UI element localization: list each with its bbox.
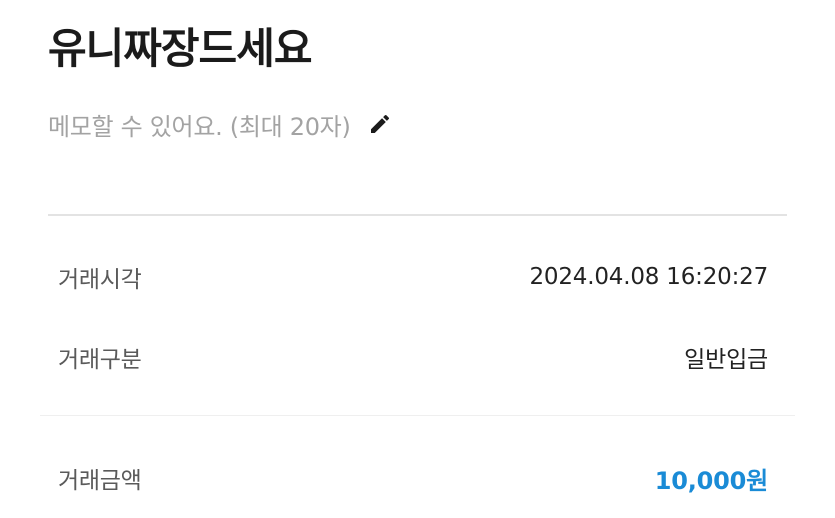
pencil-icon[interactable] xyxy=(367,111,393,137)
time-value: 2024.04.08 16:20:27 xyxy=(529,264,769,290)
time-label: 거래시각 xyxy=(58,267,142,293)
amount-label: 거래금액 xyxy=(58,468,142,494)
memo-row[interactable]: 메모할 수 있어요. (최대 20자) xyxy=(48,104,393,144)
memo-placeholder[interactable]: 메모할 수 있어요. (최대 20자) xyxy=(48,107,351,142)
type-value: 일반입금 xyxy=(684,347,768,373)
page-title: 유니짜장드세요 xyxy=(48,24,312,73)
row-divider xyxy=(40,415,795,416)
detail-row-time: 거래시각 2024.04.08 16:20:27 xyxy=(58,257,768,297)
type-label: 거래구분 xyxy=(58,347,142,373)
detail-row-amount: 거래금액 10,000원 xyxy=(58,458,768,498)
pencil-icon-graphic xyxy=(370,114,389,133)
section-divider xyxy=(48,214,787,216)
detail-row-type: 거래구분 일반입금 xyxy=(58,337,768,377)
amount-value: 10,000원 xyxy=(654,466,768,495)
